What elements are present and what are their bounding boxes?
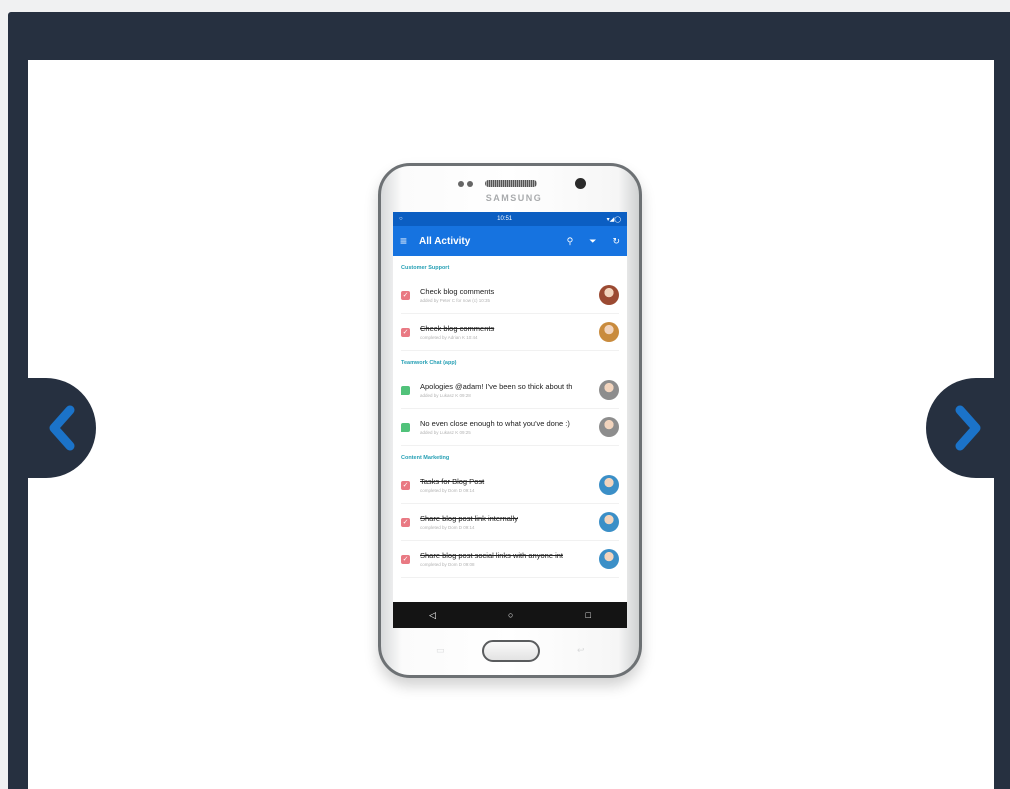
search-icon[interactable]: ⚲	[567, 236, 574, 247]
avatar[interactable]	[599, 285, 619, 305]
home-icon[interactable]: ○	[508, 610, 513, 620]
refresh-icon[interactable]: ↻	[612, 236, 620, 247]
item-text: No even close enough to what you've done…	[420, 419, 593, 435]
item-meta: added by Lukasz K 09:28	[420, 393, 471, 398]
phone-mockup: SAMSUNG ○ 10:51 ▾◢◯ ≡ All Activity ⚲ ⏷ ↻…	[378, 163, 642, 678]
activity-list: Customer Support ✓ Check blog comments adde…	[393, 256, 627, 578]
list-item[interactable]: Apologies @adam! I've been so thick abou…	[401, 372, 619, 409]
section-header: Customer Support	[401, 265, 450, 271]
avatar[interactable]	[599, 549, 619, 569]
section-header: Content Marketing	[401, 455, 450, 461]
list-item[interactable]: ✓ Share blog post link internally complete…	[401, 504, 619, 541]
list-item[interactable]: ✓ Tasks for Blog Post completed by Dom D 0…	[401, 467, 619, 504]
list-item[interactable]: No even close enough to what you've done…	[401, 409, 619, 446]
item-meta: completed by Dom D 09:08	[420, 562, 475, 567]
avatar[interactable]	[599, 417, 619, 437]
back-key: ↩	[577, 645, 585, 655]
item-title: Check blog comments	[420, 287, 495, 296]
item-meta: completed by Adrian K 10:44	[420, 335, 478, 340]
android-nav-bar: ◁ ○ □	[393, 602, 627, 628]
item-text: Share blog post link internally completed…	[420, 514, 593, 530]
status-dot: ○	[399, 216, 403, 222]
sensor-dots	[458, 181, 473, 187]
item-title: No even close enough to what you've done…	[420, 419, 570, 428]
chevron-right-icon	[955, 405, 981, 451]
item-text: Apologies @adam! I've been so thick abou…	[420, 382, 593, 398]
chat-bubble-icon	[401, 422, 410, 432]
status-time: 10:51	[497, 216, 513, 222]
avatar[interactable]	[599, 380, 619, 400]
task-checkbox-icon[interactable]: ✓	[401, 554, 410, 564]
home-button[interactable]	[482, 640, 540, 662]
app-bar: ≡ All Activity ⚲ ⏷ ↻	[393, 226, 627, 256]
list-item[interactable]: ✓ Share blog post social links with anyon…	[401, 541, 619, 578]
back-icon[interactable]: ◁	[429, 610, 436, 621]
item-meta: added by Peter C for now (c) 10:35	[420, 298, 491, 303]
task-checkbox-icon[interactable]: ✓	[401, 290, 410, 300]
task-checkbox-icon[interactable]: ✓	[401, 480, 410, 490]
task-checkbox-icon[interactable]: ✓	[401, 327, 410, 337]
item-title: Apologies @adam! I've been so thick abou…	[420, 382, 573, 391]
chat-bubble-icon	[401, 385, 410, 395]
page-title: All Activity	[419, 235, 471, 247]
recent-apps-key: ▭	[436, 645, 445, 655]
menu-icon[interactable]: ≡	[400, 234, 407, 248]
phone-screen: ○ 10:51 ▾◢◯ ≡ All Activity ⚲ ⏷ ↻ Custome…	[393, 212, 627, 628]
filter-icon[interactable]: ⏷	[589, 236, 596, 247]
item-title: Share blog post social links with anyone…	[420, 551, 563, 560]
avatar[interactable]	[599, 512, 619, 532]
item-title: Check blog comments	[420, 324, 495, 333]
item-text: Check blog comments added by Peter C for …	[420, 287, 593, 303]
phone-brand: SAMSUNG	[485, 193, 543, 203]
chevron-left-icon	[49, 405, 75, 451]
item-title: Tasks for Blog Post	[420, 477, 485, 486]
item-meta: completed by Dom D 09:14	[420, 525, 475, 530]
status-bar: ○ 10:51 ▾◢◯	[393, 212, 627, 226]
avatar[interactable]	[599, 475, 619, 495]
item-title: Share blog post link internally	[420, 514, 518, 523]
item-text: Share blog post social links with anyone…	[420, 551, 593, 567]
item-text: Check blog comments completed by Adrian K…	[420, 324, 593, 340]
item-meta: added by Lukasz K 09:25	[420, 430, 471, 435]
avatar[interactable]	[599, 322, 619, 342]
front-camera	[575, 178, 586, 189]
item-meta: completed by Dom D 09:14	[420, 488, 475, 493]
list-item[interactable]: ✓ Check blog comments completed by Adrian …	[401, 314, 619, 351]
speaker-grill	[485, 180, 537, 187]
list-item[interactable]: ✓ Check blog comments added by Peter C for…	[401, 277, 619, 314]
status-icons: ▾◢◯	[606, 216, 621, 223]
section-header: Teamwork Chat (app)	[401, 360, 457, 366]
recents-icon[interactable]: □	[586, 610, 591, 620]
task-checkbox-icon[interactable]: ✓	[401, 517, 410, 527]
item-text: Tasks for Blog Post completed by Dom D 09…	[420, 477, 593, 493]
